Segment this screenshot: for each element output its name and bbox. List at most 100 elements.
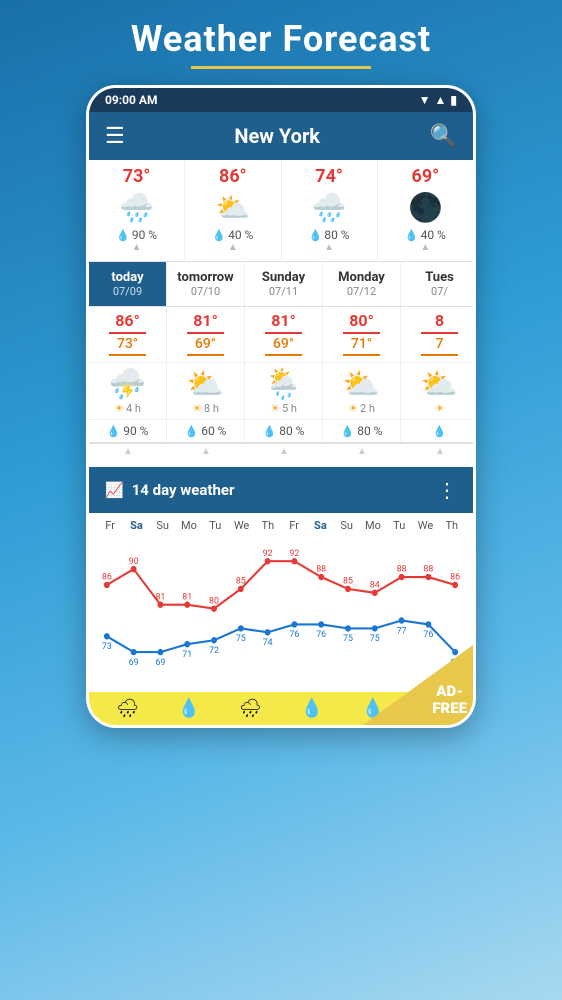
hourly-temp-1: 86° — [219, 166, 247, 187]
frain-4: 💧 — [401, 420, 473, 442]
day-col-3[interactable]: Monday 07/12 — [323, 262, 401, 306]
day-col-2[interactable]: Sunday 07/11 — [245, 262, 323, 306]
fweather-icon-0: ⛈️ — [109, 367, 146, 402]
svg-text:73: 73 — [102, 641, 112, 652]
svg-text:85: 85 — [343, 575, 353, 586]
ftemp-0: 86° 73° — [89, 307, 167, 362]
rain-pct-2: 80 % — [279, 424, 304, 438]
svg-text:76: 76 — [423, 629, 433, 640]
hourly-icon-2: 🌧️ — [312, 191, 347, 224]
status-time: 09:00 AM — [105, 93, 157, 107]
fweather-icon-1: ⛅ — [187, 367, 224, 402]
hourly-rain-3: 💧 40 % — [405, 228, 446, 242]
svg-text:88: 88 — [397, 563, 407, 574]
low-0: 73° — [117, 336, 138, 352]
strip-icon-0: 🌧 — [97, 698, 158, 719]
sun-hours-1: ☀8 h — [192, 402, 219, 415]
svg-text:77: 77 — [397, 625, 407, 636]
fweather-icon-4: ⛅ — [421, 367, 458, 402]
day-name-3: Monday — [338, 270, 385, 285]
frain-1: 💧 60 % — [167, 420, 245, 442]
ftemp-1: 81° 69° — [167, 307, 245, 362]
title-underline — [191, 66, 371, 69]
day-date-0: 07/09 — [113, 285, 142, 298]
menu-icon[interactable]: ☰ — [105, 124, 125, 149]
phone-bottom-area: 📈 14 day weather ⋮ FrSaSuMoTuWeThFrSaSuM… — [89, 467, 473, 725]
day-date-1: 07/10 — [191, 285, 220, 298]
svg-text:71: 71 — [182, 649, 192, 660]
wifi-icon: ▼ — [419, 93, 431, 107]
day-label-3: Mo — [176, 519, 202, 532]
day-label-11: Tu — [386, 519, 412, 532]
low-4: 7 — [436, 336, 444, 352]
hour-col-0: 73° 🌧️ 💧 90 % ▲ — [89, 160, 185, 261]
svg-text:75: 75 — [370, 633, 380, 644]
svg-text:88: 88 — [316, 563, 326, 574]
nav-bar: ☰ New York 🔍 — [89, 112, 473, 160]
ficon-0: ⛈️ ☀4 h — [89, 363, 167, 419]
svg-text:72: 72 — [209, 645, 219, 656]
svg-text:69: 69 — [129, 657, 139, 668]
frain-3: 💧 80 % — [323, 420, 401, 442]
chart-icon: 📈 — [105, 481, 124, 499]
day-labels-row: FrSaSuMoTuWeThFrSaSuMoTuWeTh — [89, 513, 473, 532]
day-label-7: Fr — [281, 519, 307, 532]
svg-text:92: 92 — [263, 548, 273, 559]
day-date-2: 07/11 — [269, 285, 298, 298]
ftemp-2: 81° 69° — [245, 307, 323, 362]
svg-text:85: 85 — [236, 575, 246, 586]
svg-text:86: 86 — [102, 571, 112, 582]
forecast-rain-row: 💧 90 % 💧 60 % 💧 80 % 💧 80 % 💧 — [89, 420, 473, 444]
svg-text:80: 80 — [209, 595, 219, 606]
day-label-4: Tu — [202, 519, 228, 532]
hour-col-2: 74° 🌧️ 💧 80 % ▲ — [282, 160, 378, 261]
ficon-3: ⛅ ☀2 h — [323, 363, 401, 419]
strip-icon-1: 💧 — [158, 698, 219, 719]
strip-icon-3: 💧 — [281, 698, 342, 719]
high-3: 80° — [349, 311, 374, 330]
svg-text:75: 75 — [343, 633, 353, 644]
ftemp-4: 8 7 — [401, 307, 473, 362]
signal-icon: ▲ — [435, 93, 447, 107]
day-label-2: Su — [150, 519, 176, 532]
high-2: 81° — [271, 311, 296, 330]
fourteen-day-header: 📈 14 day weather ⋮ — [89, 467, 473, 513]
forecast-table: today 07/09 tomorrow 07/10 Sunday 07/11 … — [89, 262, 473, 459]
day-label-5: We — [228, 519, 254, 532]
svg-text:76: 76 — [289, 629, 299, 640]
hourly-icon-1: ⛅ — [215, 191, 250, 224]
hourly-rain-2: 💧 80 % — [309, 228, 350, 242]
hourly-icon-0: 🌧️ — [119, 191, 154, 224]
day-col-today[interactable]: today 07/09 — [89, 262, 167, 306]
phone-frame: 09:00 AM ▼ ▲ ▮ ☰ New York 🔍 73° 🌧️ 💧 90 … — [86, 85, 476, 728]
svg-text:88: 88 — [423, 563, 433, 574]
sun-hours-4: ☀ — [435, 402, 445, 415]
high-4: 8 — [435, 311, 444, 330]
fweather-icon-2: 🌦️ — [265, 367, 302, 402]
city-name: New York — [234, 124, 320, 148]
hourly-rain-0: 💧 90 % — [116, 228, 157, 242]
more-options-icon[interactable]: ⋮ — [437, 478, 457, 502]
strip-icon-2: 🌧 — [220, 698, 281, 719]
svg-text:69: 69 — [155, 657, 165, 668]
status-bar: 09:00 AM ▼ ▲ ▮ — [89, 88, 473, 112]
page-title: Weather Forecast — [131, 18, 431, 60]
day-label-6: Th — [255, 519, 281, 532]
day-name-2: Sunday — [262, 270, 305, 285]
day-date-3: 07/12 — [347, 285, 376, 298]
rain-pct-3: 80 % — [357, 424, 382, 438]
day-col-1[interactable]: tomorrow 07/10 — [167, 262, 245, 306]
day-col-4[interactable]: Tues 07/ — [401, 262, 473, 306]
search-icon[interactable]: 🔍 — [430, 124, 457, 149]
low-2: 69° — [273, 336, 294, 352]
svg-text:81: 81 — [155, 591, 165, 602]
status-icons: ▼ ▲ ▮ — [419, 93, 457, 107]
adfree-label: AD-FREE — [432, 683, 467, 718]
day-label-8: Sa — [307, 519, 333, 532]
ftemp-3: 80° 71° — [323, 307, 401, 362]
battery-icon: ▮ — [450, 93, 457, 107]
day-label-9: Su — [334, 519, 360, 532]
svg-text:75: 75 — [236, 633, 246, 644]
day-name-4: Tues — [425, 270, 454, 285]
day-label-12: We — [412, 519, 438, 532]
